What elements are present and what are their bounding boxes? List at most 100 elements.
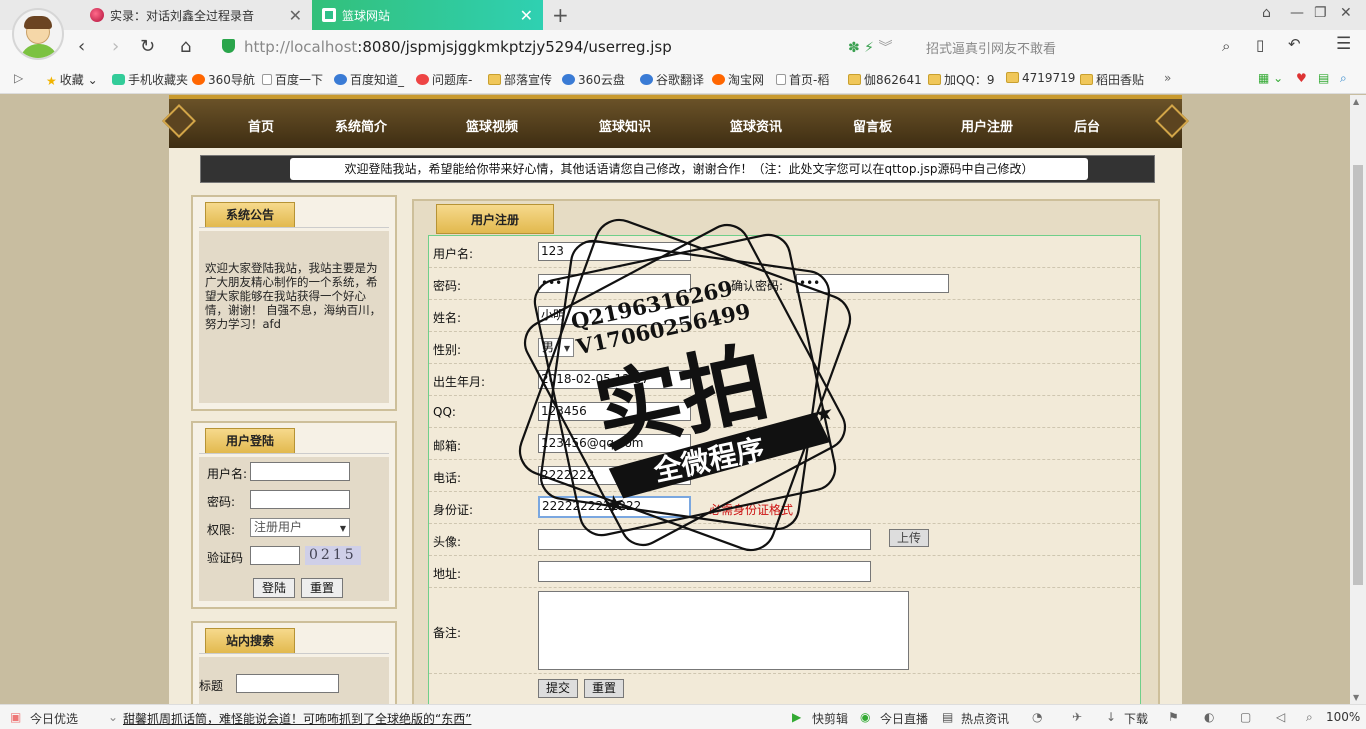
- undo-icon[interactable]: ↶: [1288, 35, 1301, 53]
- flag-icon[interactable]: ⚑: [1168, 710, 1179, 724]
- home-icon[interactable]: ⌂: [180, 36, 191, 57]
- login-username-input[interactable]: [250, 462, 350, 481]
- hot-news[interactable]: 热点资讯: [961, 710, 1009, 727]
- search-title-input[interactable]: [236, 674, 339, 693]
- site-container: 首页 系统简介 篮球视频 篮球知识 篮球资讯 留言板 用户注册 后台 欢迎登陆我…: [162, 95, 1189, 721]
- bookmark-item[interactable]: 百度知道_: [334, 71, 404, 88]
- login-reset-button[interactable]: 重置: [301, 578, 343, 598]
- upload-button[interactable]: 上传: [889, 529, 929, 547]
- avatar-input[interactable]: [538, 529, 871, 550]
- scroll-down-icon[interactable]: ▼: [1353, 693, 1359, 702]
- bookmark-item[interactable]: ★ 收藏 ⌄: [46, 71, 98, 88]
- speed-icon[interactable]: ✽ ⚡ ︾: [848, 37, 892, 57]
- login-password-input[interactable]: [250, 490, 350, 509]
- bookmark-item[interactable]: 部落宣传: [488, 71, 552, 88]
- news-ticker[interactable]: 甜馨抓周抓话筒，难怪能说会道！可咘咘抓到了全球绝版的“东西”: [123, 710, 471, 727]
- birth-label: 出生年月:: [433, 375, 486, 389]
- daily-picks[interactable]: 今日优选: [30, 710, 78, 727]
- bookmark-item[interactable]: 加QQ：9: [928, 71, 995, 88]
- user-avatar[interactable]: [12, 8, 64, 60]
- apps-icon[interactable]: ▦ ⌄: [1258, 71, 1283, 85]
- register-reset-button[interactable]: 重置: [584, 679, 624, 698]
- folder-icon: [1006, 72, 1019, 83]
- role-select[interactable]: 注册用户: [250, 518, 350, 537]
- download[interactable]: 下载: [1124, 710, 1148, 727]
- new-tab-icon[interactable]: +: [552, 3, 569, 27]
- qq-input[interactable]: 123456: [538, 402, 691, 421]
- extension-icon[interactable]: ♥: [1296, 71, 1307, 85]
- url-field[interactable]: http://localhost:8080/jspmjsjggkmkptzjy5…: [212, 33, 912, 59]
- password-input[interactable]: •••: [538, 274, 691, 293]
- tab-favicon-icon: [322, 8, 336, 22]
- id-card-input[interactable]: 2222222222222: [538, 496, 691, 518]
- zoom-icon[interactable]: ⌕: [1340, 71, 1347, 86]
- menu-icon[interactable]: ☰: [1336, 34, 1351, 54]
- phone-icon: [112, 74, 125, 85]
- nav-about[interactable]: 系统简介: [335, 116, 387, 135]
- close-icon[interactable]: ✕: [289, 6, 302, 25]
- bookmark-item[interactable]: 谷歌翻译: [640, 71, 704, 88]
- email-input[interactable]: 123456@qq.com: [538, 434, 691, 453]
- remark-textarea[interactable]: [538, 591, 909, 670]
- login-panel: 用户登陆 用户名: 密码: 权限: 注册用户 验证码 0215 登陆 重置: [191, 421, 397, 609]
- reload-icon[interactable]: ↻: [140, 36, 155, 57]
- bookmark-item[interactable]: 4719719: [1006, 71, 1075, 85]
- phone-icon[interactable]: ▯: [1256, 36, 1264, 54]
- gender-select[interactable]: 男: [538, 338, 574, 357]
- submit-button[interactable]: 提交: [538, 679, 578, 698]
- nav-register[interactable]: 用户注册: [961, 116, 1013, 135]
- live-icon: ◉: [860, 710, 871, 724]
- page-scrollbar[interactable]: ▲ ▼: [1350, 95, 1366, 704]
- more-bookmarks-icon[interactable]: »: [1164, 71, 1171, 85]
- name-input[interactable]: 小明: [538, 306, 691, 325]
- nav-knowledge[interactable]: 篮球知识: [599, 116, 651, 135]
- pin-icon[interactable]: ✈: [1072, 710, 1082, 724]
- speed-icon[interactable]: ◔: [1032, 710, 1042, 724]
- ie-icon[interactable]: ◐: [1204, 710, 1214, 724]
- bookmark-item[interactable]: 稻田香贴: [1080, 71, 1144, 88]
- scroll-thumb[interactable]: [1353, 165, 1363, 585]
- nav-home[interactable]: 首页: [248, 116, 274, 135]
- nav-guestbook[interactable]: 留言板: [853, 116, 892, 135]
- tab-basketball-site[interactable]: 篮球网站 ✕: [312, 0, 543, 30]
- scroll-up-icon[interactable]: ▲: [1353, 97, 1359, 106]
- zoom-level[interactable]: 100%: [1326, 710, 1360, 724]
- window-close-icon[interactable]: ✕: [1340, 5, 1352, 21]
- book-icon[interactable]: ▤: [1318, 71, 1329, 85]
- bookmark-item[interactable]: 百度一下: [262, 71, 323, 88]
- nav-news[interactable]: 篮球资讯: [730, 116, 782, 135]
- tab-recording[interactable]: 实录：对话刘鑫全过程录音 ✕: [80, 0, 312, 30]
- forward-icon[interactable]: ›: [112, 36, 119, 57]
- skin-icon[interactable]: ⌂: [1262, 5, 1271, 21]
- bookmark-item[interactable]: 360云盘: [562, 71, 625, 88]
- phone-input[interactable]: 2222222: [538, 466, 691, 485]
- quick-edit[interactable]: 快剪辑: [812, 710, 848, 727]
- login-button[interactable]: 登陆: [253, 578, 295, 598]
- mute-icon[interactable]: ◁: [1276, 710, 1285, 724]
- sidebar-toggle-icon[interactable]: ▷: [14, 71, 23, 85]
- bookmark-item[interactable]: 手机收藏夹: [112, 71, 188, 88]
- search-input[interactable]: 招式逼真引网友不敢看: [926, 38, 1056, 57]
- captcha-input[interactable]: [250, 546, 300, 565]
- bookmark-item[interactable]: 首页-稻: [776, 71, 829, 88]
- maximize-icon[interactable]: ❐: [1314, 5, 1327, 21]
- confirm-password-input[interactable]: •••: [796, 274, 949, 293]
- minimize-icon[interactable]: —: [1290, 5, 1304, 21]
- bookmark-item[interactable]: 问题库-: [416, 71, 472, 88]
- window-icon[interactable]: ▢: [1240, 710, 1251, 724]
- bookmark-item[interactable]: 360导航: [192, 71, 255, 88]
- address-input[interactable]: [538, 561, 871, 582]
- nav-admin[interactable]: 后台: [1074, 116, 1100, 135]
- star-icon: ★: [46, 74, 57, 88]
- bookmark-item[interactable]: 伽862641: [848, 71, 922, 88]
- username-input[interactable]: 123: [538, 242, 691, 261]
- back-icon[interactable]: ‹: [78, 36, 85, 57]
- birth-input[interactable]: 2018-02-05 12:37: [538, 370, 691, 389]
- bookmark-item[interactable]: 淘宝网: [712, 71, 764, 88]
- zoom-icon[interactable]: ⌕: [1306, 710, 1313, 725]
- captcha-image[interactable]: 0215: [305, 546, 361, 565]
- search-icon[interactable]: ⌕: [1222, 37, 1230, 55]
- close-icon[interactable]: ✕: [520, 6, 533, 25]
- live-today[interactable]: 今日直播: [880, 710, 928, 727]
- nav-videos[interactable]: 篮球视频: [466, 116, 518, 135]
